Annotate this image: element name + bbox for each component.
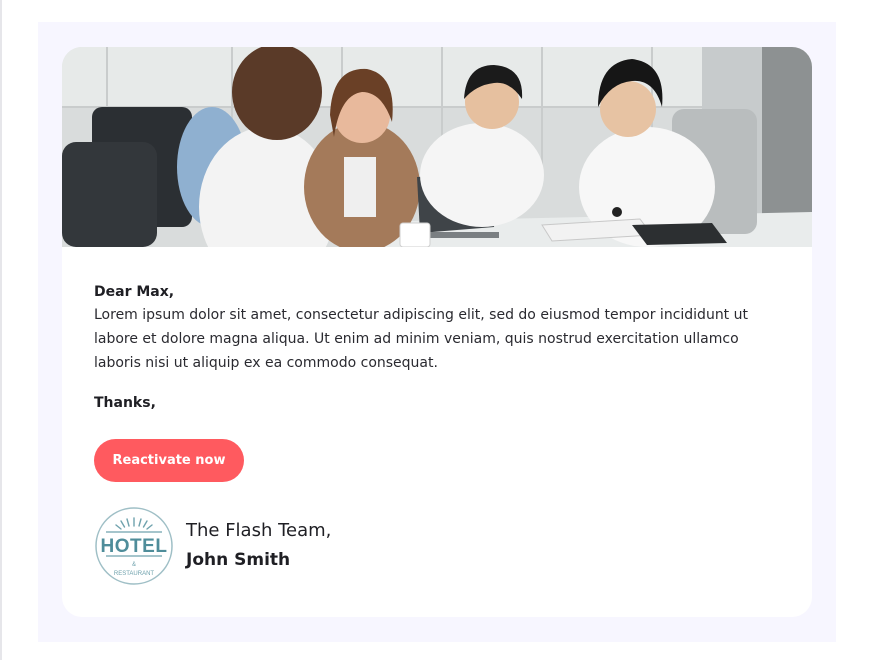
email-body: Dear Max, Lorem ipsum dolor sit amet, co… bbox=[94, 283, 784, 412]
hero-image bbox=[62, 47, 812, 247]
logo-word: HOTEL bbox=[101, 536, 168, 557]
logo-sub: RESTAURANT bbox=[114, 571, 155, 577]
signature-team: The Flash Team, bbox=[186, 520, 332, 541]
greeting: Dear Max, bbox=[94, 284, 175, 300]
hotel-restaurant-logo-icon: HOTEL & RESTAURANT bbox=[94, 506, 174, 586]
logo-amp: & bbox=[132, 562, 136, 568]
signature: The Flash Team, John Smith bbox=[186, 519, 331, 572]
page-left-border bbox=[0, 0, 2, 660]
body-paragraph: Lorem ipsum dolor sit amet, consectetur … bbox=[94, 307, 748, 371]
signoff: Thanks, bbox=[94, 395, 156, 411]
reactivate-button[interactable]: Reactivate now bbox=[94, 439, 244, 482]
signature-name: John Smith bbox=[186, 550, 291, 570]
